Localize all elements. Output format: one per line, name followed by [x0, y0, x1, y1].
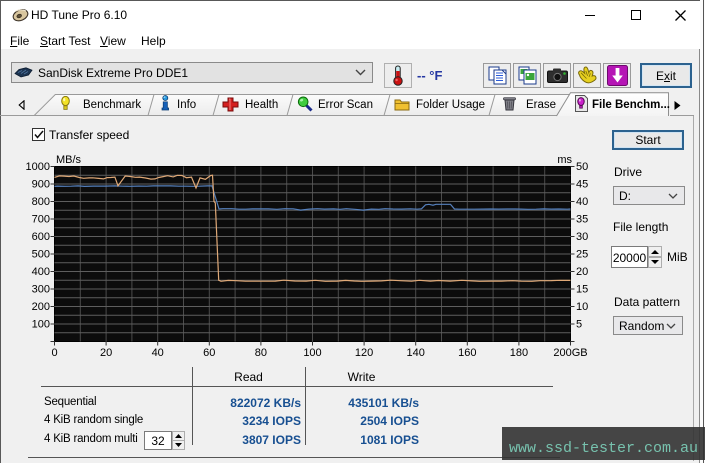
svg-text:300: 300: [32, 284, 50, 296]
svg-text:80: 80: [255, 347, 267, 359]
svg-text:10: 10: [576, 301, 588, 313]
svg-text:120: 120: [355, 347, 373, 359]
svg-text:100: 100: [32, 319, 50, 331]
svg-text:30: 30: [576, 231, 588, 243]
svg-text:50: 50: [576, 161, 588, 173]
svg-text:400: 400: [32, 266, 50, 278]
svg-text:180: 180: [510, 347, 528, 359]
svg-text:140: 140: [407, 347, 425, 359]
svg-text:700: 700: [32, 214, 50, 226]
svg-text:200GB: 200GB: [553, 347, 587, 359]
svg-text:45: 45: [576, 179, 588, 191]
svg-text:600: 600: [32, 231, 50, 243]
svg-text:MB/s: MB/s: [56, 154, 82, 166]
svg-text:200: 200: [32, 301, 50, 313]
svg-text:900: 900: [32, 179, 50, 191]
svg-text:20: 20: [576, 266, 588, 278]
svg-text:60: 60: [203, 347, 215, 359]
svg-text:15: 15: [576, 284, 588, 296]
svg-text:40: 40: [152, 347, 164, 359]
svg-text:ms: ms: [557, 154, 572, 166]
svg-text:1000: 1000: [26, 161, 50, 173]
svg-text:100: 100: [303, 347, 321, 359]
svg-text:500: 500: [32, 249, 50, 261]
svg-text:0: 0: [51, 347, 57, 359]
svg-text:25: 25: [576, 249, 588, 261]
svg-text:5: 5: [576, 319, 582, 331]
svg-text:160: 160: [458, 347, 476, 359]
svg-text:20: 20: [100, 347, 112, 359]
svg-text:40: 40: [576, 196, 588, 208]
svg-text:35: 35: [576, 214, 588, 226]
svg-text:800: 800: [32, 196, 50, 208]
